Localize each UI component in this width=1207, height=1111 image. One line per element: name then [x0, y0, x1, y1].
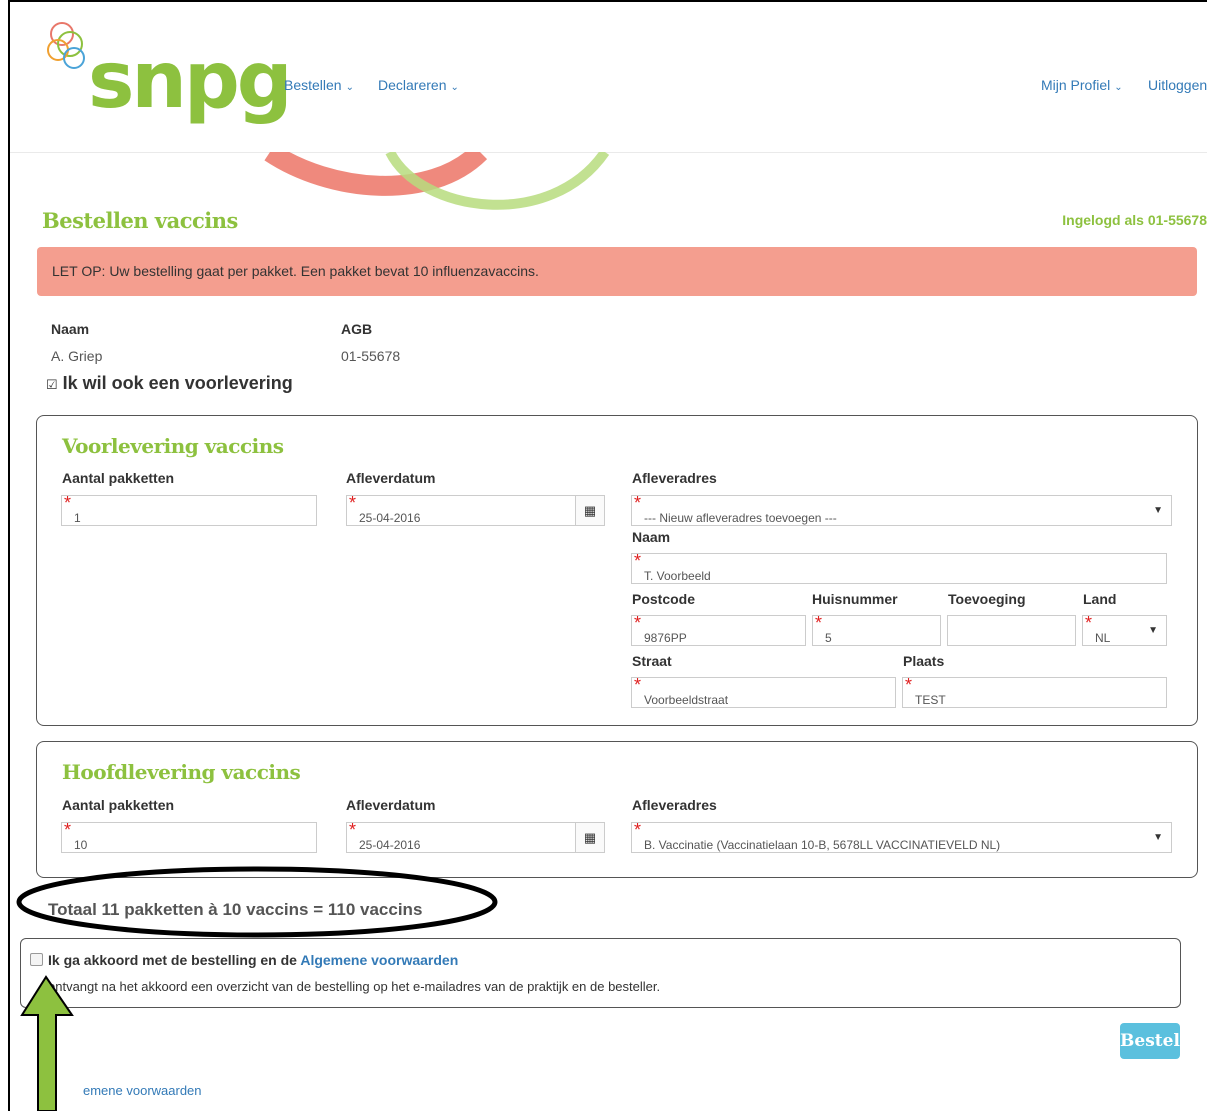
straat-label: Straat — [632, 653, 672, 669]
required-asterisk: * — [634, 551, 642, 571]
required-asterisk: * — [634, 675, 642, 695]
hoofd-afleveradres-select[interactable]: * B. Vaccinatie (Vaccinatielaan 10-B, 567… — [631, 820, 1172, 853]
postcode-label: Postcode — [632, 591, 696, 607]
required-asterisk: * — [634, 493, 642, 513]
checkbox-checked-icon[interactable]: ☑ — [46, 377, 58, 392]
naam-label: Naam — [51, 321, 90, 337]
agb-label: AGB — [341, 321, 373, 337]
select-arrow-icon: ▼ — [1153, 505, 1163, 516]
agb-value: 01-55678 — [341, 348, 401, 364]
alert-banner: LET OP: Uw bestelling gaat per pakket. E… — [37, 247, 1197, 296]
footer-terms-link[interactable]: emene voorwaarden — [83, 1083, 202, 1098]
aantal-label: Aantal pakketten — [62, 797, 175, 813]
terms-link[interactable]: Algemene voorwaarden — [300, 952, 458, 968]
afleverdatum-input[interactable]: * 25-04-2016 — [346, 493, 576, 526]
select-arrow-icon: ▼ — [1153, 832, 1163, 843]
plaats-label: Plaats — [903, 653, 945, 669]
land-label: Land — [1083, 591, 1117, 607]
afleveradres-label: Afleveradres — [632, 470, 717, 486]
chevron-down-icon: ⌄ — [450, 82, 459, 93]
voorlevering-checkbox[interactable]: ☑ Ik wil ook een voorlevering — [46, 373, 293, 394]
calendar-icon[interactable]: ▦ — [575, 495, 605, 526]
page-title: Bestellen vaccins — [42, 208, 238, 233]
afleveradres-label: Afleveradres — [632, 797, 717, 813]
required-asterisk: * — [634, 820, 642, 840]
voorlevering-title: Voorlevering vaccins — [62, 434, 284, 458]
annotation-arrow — [20, 975, 74, 1111]
nav-mijn-profiel[interactable]: Mijn Profiel ⌄ — [1041, 77, 1123, 93]
chevron-down-icon: ⌄ — [345, 82, 354, 93]
afleverdatum-label: Afleverdatum — [346, 470, 436, 486]
naam-value: A. Griep — [51, 348, 103, 364]
straat-input[interactable]: * Voorbeeldstraat — [631, 675, 896, 708]
aantal-input[interactable]: * 1 — [61, 493, 317, 526]
required-asterisk: * — [64, 820, 72, 840]
adres-naam-input[interactable]: * T. Voorbeeld — [631, 551, 1167, 584]
required-asterisk: * — [905, 675, 913, 695]
calendar-icon[interactable]: ▦ — [575, 822, 605, 853]
required-asterisk: * — [815, 613, 823, 633]
land-select[interactable]: * NL ▼ — [1082, 613, 1167, 646]
afleverdatum-label: Afleverdatum — [346, 797, 436, 813]
huisnummer-input[interactable]: * 5 — [812, 613, 941, 646]
logged-in-label: Ingelogd als 01-55678 — [1062, 212, 1207, 228]
required-asterisk: * — [1085, 613, 1093, 633]
hoofd-aantal-input[interactable]: * 10 — [61, 820, 317, 853]
hoofd-afleverdatum-input[interactable]: * 25-04-2016 — [346, 820, 576, 853]
terms-note: ontvangt na het akkoord een overzicht va… — [48, 979, 661, 994]
bestel-button[interactable]: Bestel — [1120, 1023, 1180, 1059]
adres-naam-label: Naam — [632, 529, 671, 545]
huisnummer-label: Huisnummer — [812, 591, 898, 607]
afleveradres-select[interactable]: * --- Nieuw afleveradres toevoegen --- ▼ — [631, 493, 1172, 526]
nav-declareren[interactable]: Declareren ⌄ — [378, 77, 459, 93]
terms-box — [20, 938, 1181, 1008]
required-asterisk: * — [634, 613, 642, 633]
chevron-down-icon: ⌄ — [1114, 82, 1123, 93]
plaats-input[interactable]: * TEST — [902, 675, 1167, 708]
toevoeging-label: Toevoeging — [948, 591, 1026, 607]
required-asterisk: * — [349, 820, 357, 840]
required-asterisk: * — [64, 493, 72, 513]
aantal-label: Aantal pakketten — [62, 470, 175, 486]
nav-uitloggen[interactable]: Uitloggen — [1148, 77, 1207, 93]
hoofdlevering-title: Hoofdlevering vaccins — [62, 760, 301, 784]
logo-text[interactable]: snpg — [88, 42, 293, 120]
nav-bestellen[interactable]: Bestellen ⌄ — [284, 77, 354, 93]
decorative-swoosh — [264, 152, 610, 210]
select-arrow-icon: ▼ — [1148, 625, 1158, 636]
agree-checkbox[interactable] — [30, 953, 43, 966]
postcode-input[interactable]: * 9876PP — [631, 613, 806, 646]
required-asterisk: * — [349, 493, 357, 513]
toevoeging-input[interactable] — [947, 615, 1076, 646]
order-total: Totaal 11 pakketten à 10 vaccins = 110 v… — [48, 900, 423, 919]
agree-checkbox-row[interactable]: Ik ga akkoord met de bestelling en de Al… — [30, 952, 458, 968]
